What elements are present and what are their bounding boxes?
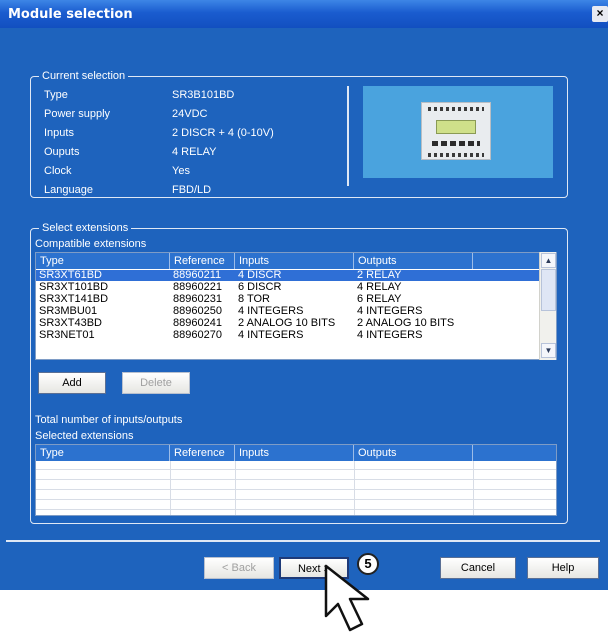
module-bottom-terminals [428, 153, 484, 157]
table-row[interactable]: SR3XT43BD 88960241 2 ANALOG 10 BITS 2 AN… [36, 318, 556, 329]
compatible-extensions-list[interactable]: Type Reference Inputs Outputs SR3XT61BD … [35, 252, 557, 360]
selection-divider [347, 86, 349, 186]
info-value-outputs: 4 RELAY [172, 146, 217, 158]
column-header-spacer [473, 253, 540, 269]
add-button[interactable]: Add [38, 372, 106, 394]
selected-extensions-list[interactable]: Type Reference Inputs Outputs [35, 444, 557, 516]
compatible-list-scrollbar[interactable]: ▲ ▼ [539, 252, 556, 360]
row-type: SR3NET01 [39, 330, 95, 341]
row-outputs: 2 RELAY [357, 270, 402, 281]
table-row[interactable]: SR3MBU01 88960250 4 INTEGERS 4 INTEGERS [36, 306, 556, 317]
footer-separator [6, 540, 600, 542]
row-outputs: 2 ANALOG 10 BITS [357, 318, 455, 329]
info-value-clock: Yes [172, 165, 190, 177]
scroll-up-icon[interactable]: ▲ [541, 253, 556, 268]
row-outputs: 4 INTEGERS [357, 306, 423, 317]
close-icon[interactable]: × [592, 6, 608, 22]
delete-button[interactable]: Delete [122, 372, 190, 394]
row-type: SR3XT43BD [39, 318, 102, 329]
info-value-power-supply: 24VDC [172, 108, 208, 120]
row-reference: 88960231 [173, 294, 222, 305]
list-item [36, 481, 556, 490]
mouse-pointer-icon [324, 564, 370, 632]
row-reference: 88960211 [173, 270, 222, 281]
row-type: SR3XT141BD [39, 294, 109, 305]
info-value-type: SR3B101BD [172, 89, 235, 101]
row-inputs: 4 DISCR [238, 270, 282, 281]
list-item [36, 471, 556, 480]
selected-list-header: Type Reference Inputs Outputs [36, 445, 556, 461]
row-inputs: 2 ANALOG 10 BITS [238, 318, 336, 329]
column-header-inputs[interactable]: Inputs [235, 445, 354, 461]
row-type: SR3XT61BD [39, 270, 102, 281]
row-outputs: 4 INTEGERS [357, 330, 423, 341]
row-outputs: 4 RELAY [357, 282, 402, 293]
row-reference: 88960241 [173, 318, 222, 329]
info-label-type: Type [44, 89, 68, 101]
info-label-clock: Clock [44, 165, 72, 177]
select-extensions-title: Select extensions [39, 221, 132, 235]
total-io-label: Total number of inputs/outputs [35, 414, 183, 426]
module-keys [432, 141, 480, 146]
cancel-button[interactable]: Cancel [440, 557, 516, 579]
column-header-outputs[interactable]: Outputs [354, 445, 473, 461]
row-reference: 88960250 [173, 306, 222, 317]
module-body [421, 102, 491, 160]
column-header-type[interactable]: Type [36, 253, 170, 269]
table-row[interactable]: SR3XT101BD 88960221 6 DISCR 4 RELAY [36, 282, 556, 293]
module-lcd [436, 120, 476, 134]
selected-extensions-label: Selected extensions [35, 430, 134, 442]
row-inputs: 8 TOR [238, 294, 270, 305]
back-button[interactable]: < Back [204, 557, 274, 579]
column-header-inputs[interactable]: Inputs [235, 253, 354, 269]
module-top-terminals [428, 107, 484, 111]
scroll-down-icon[interactable]: ▼ [541, 343, 556, 358]
row-inputs: 4 INTEGERS [238, 330, 304, 341]
table-row[interactable]: SR3XT141BD 88960231 8 TOR 6 RELAY [36, 294, 556, 305]
row-type: SR3XT101BD [39, 282, 109, 293]
row-reference: 88960221 [173, 282, 222, 293]
list-item [36, 491, 556, 500]
row-outputs: 6 RELAY [357, 294, 402, 305]
table-row[interactable]: SR3NET01 88960270 4 INTEGERS 4 INTEGERS [36, 330, 556, 341]
table-row[interactable]: SR3XT61BD 88960211 4 DISCR 2 RELAY [36, 270, 556, 281]
column-header-reference[interactable]: Reference [170, 253, 235, 269]
info-label-language: Language [44, 184, 93, 196]
module-selection-window: Module selection × Current selection Typ… [0, 0, 608, 590]
info-label-power-supply: Power supply [44, 108, 111, 120]
scroll-thumb[interactable] [541, 269, 556, 311]
info-value-inputs: 2 DISCR + 4 (0-10V) [172, 127, 274, 139]
list-item [36, 461, 556, 470]
current-selection-title: Current selection [39, 69, 129, 83]
row-reference: 88960270 [173, 330, 222, 341]
title-bar[interactable]: Module selection × [0, 0, 608, 28]
list-item [36, 501, 556, 510]
info-label-inputs: Inputs [44, 127, 74, 139]
column-header-type[interactable]: Type [36, 445, 170, 461]
column-header-spacer [473, 445, 556, 461]
info-label-outputs: Ouputs [44, 146, 80, 158]
compatible-list-header: Type Reference Inputs Outputs [36, 253, 556, 269]
column-header-reference[interactable]: Reference [170, 445, 235, 461]
row-inputs: 4 INTEGERS [238, 306, 304, 317]
row-inputs: 6 DISCR [238, 282, 282, 293]
column-header-outputs[interactable]: Outputs [354, 253, 473, 269]
info-value-language: FBD/LD [172, 184, 212, 196]
module-image [363, 86, 553, 178]
window-title: Module selection [8, 7, 133, 22]
compatible-extensions-label: Compatible extensions [35, 238, 147, 250]
row-type: SR3MBU01 [39, 306, 98, 317]
help-button[interactable]: Help [527, 557, 599, 579]
